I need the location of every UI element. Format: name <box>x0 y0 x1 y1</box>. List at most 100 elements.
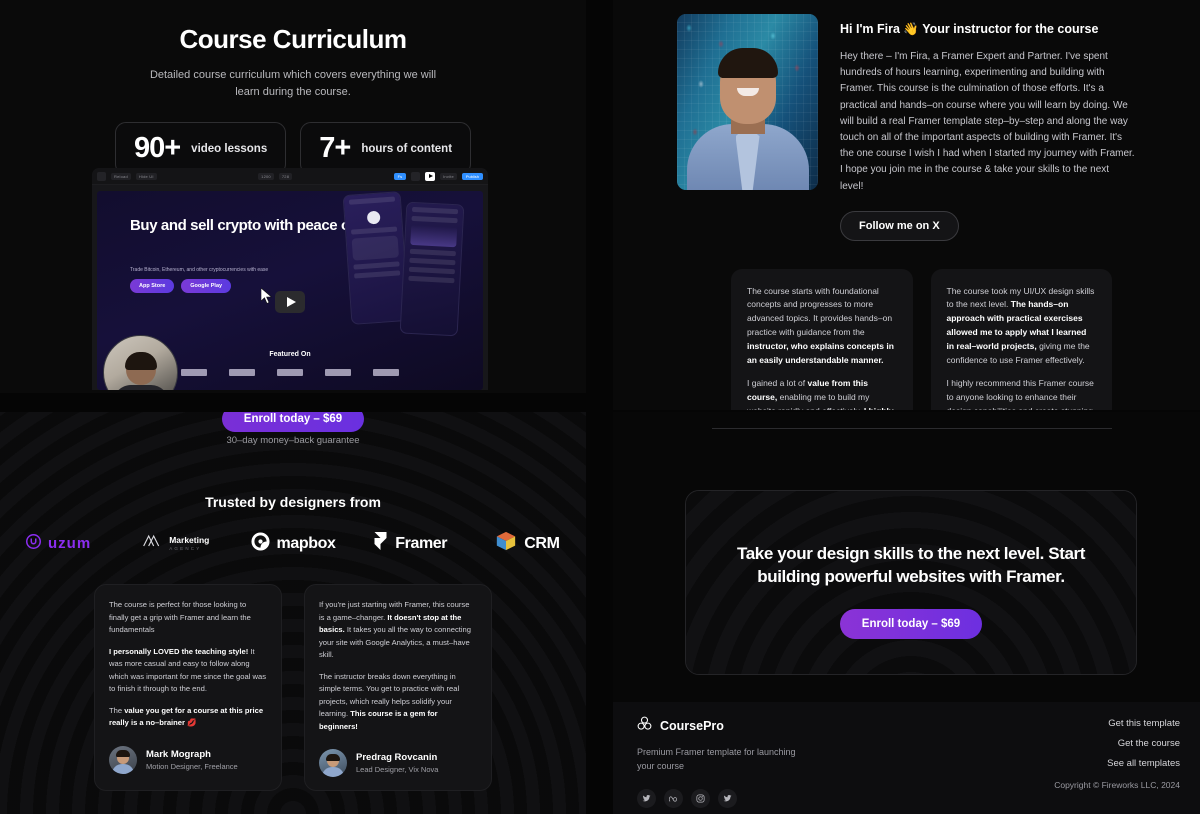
invite-button[interactable]: Invite <box>440 172 457 180</box>
instructor-row: Hi I'm Fira 👋 Your instructor for the co… <box>613 0 1200 241</box>
invite-label: Invite <box>443 173 454 179</box>
footer-nav-links: Get this template Get the course See all… <box>1107 718 1180 778</box>
framer-mark-icon <box>373 531 388 556</box>
testimonial-author: Mark Mograph Motion Designer, Freelance <box>109 745 267 774</box>
mapbox-mark-icon <box>251 531 270 556</box>
mock-store-buttons: App Store Google Play <box>130 279 232 293</box>
author-info: Mark Mograph Motion Designer, Freelance <box>146 749 238 771</box>
featured-logo <box>373 369 399 376</box>
testimonial-paragraph: The course is perfect for those looking … <box>109 600 251 635</box>
footer-tagline: Premium Framer template for launching yo… <box>637 747 796 771</box>
uzum-mark-icon <box>26 533 42 554</box>
video-play-button[interactable] <box>275 291 305 313</box>
testimonial-paragraph: The value you get for a course at this p… <box>109 705 267 730</box>
phone-row <box>353 261 400 270</box>
cube-label: CRM <box>524 534 560 552</box>
cta-heading: Take your design skills to the next leve… <box>737 544 1085 586</box>
marketing-mark-icon <box>142 534 162 553</box>
reload-button[interactable]: Reload <box>111 172 131 180</box>
phone-row <box>411 215 458 224</box>
price-chart <box>410 224 458 248</box>
phone-row <box>348 196 396 205</box>
testimonial-paragraph: I gained a lot of value from this course… <box>747 377 897 410</box>
follow-me-on-x-button[interactable]: Follow me on X <box>840 210 959 241</box>
logo-uzum: uzum <box>0 533 117 554</box>
testimonial-paragraph: If you're just starting with Framer, thi… <box>319 599 477 662</box>
divider-line <box>712 428 1112 429</box>
ethereum-coin-icon <box>366 210 381 225</box>
framer-canvas: Buy and sell crypto with peace of mind T… <box>92 185 488 390</box>
bottom-testimonial-cards: The course is perfect for those looking … <box>0 584 586 792</box>
enroll-today-button[interactable]: Enroll today – $69 <box>839 608 983 639</box>
featured-logo <box>229 369 255 376</box>
stat-label: hours of content <box>361 142 453 155</box>
testimonial-paragraph: I personally LOVED the teaching style! I… <box>109 646 267 696</box>
course-video-preview[interactable]: Reload Hide UI 1200 728 Fs Invite Publis… <box>92 168 488 390</box>
app-store-button[interactable]: App Store <box>130 279 175 293</box>
mapbox-label: mapbox <box>276 534 336 552</box>
twitter-icon[interactable] <box>718 789 737 808</box>
framer-editor-toolbar: Reload Hide UI 1200 728 Fs Invite Publis… <box>92 168 488 185</box>
meta-icon[interactable] <box>664 789 683 808</box>
publish-button[interactable]: Publish <box>461 172 483 180</box>
uzum-label: uzum <box>48 535 92 552</box>
enroll-cta-clipped: Enroll today – $69 <box>0 412 586 432</box>
footer-link-see-all-templates[interactable]: See all templates <box>1107 758 1180 769</box>
width-value: 1200 <box>261 173 271 179</box>
marketing-labels: Marketing AGENCY <box>169 536 209 551</box>
phone-card <box>351 235 400 261</box>
stat-label: video lessons <box>191 142 268 155</box>
height-input[interactable]: 728 <box>278 172 293 180</box>
preview-play-icon[interactable] <box>425 171 436 181</box>
testimonial-author: Predrag Rovcanin Lead Designer, Vix Nova <box>319 749 477 778</box>
page-title: Course Curriculum <box>179 24 408 54</box>
footer-link-get-the-course[interactable]: Get the course <box>1107 738 1180 749</box>
logo-marketing-agency: Marketing AGENCY <box>117 534 234 553</box>
avatar-hair <box>116 750 130 758</box>
instructor-bio: Hey there – I'm Fira, a Framer Expert an… <box>840 51 1135 192</box>
footer-social-links <box>637 789 1180 808</box>
hide-ui-button[interactable]: Hide UI <box>135 172 157 180</box>
height-value: 728 <box>281 173 290 179</box>
cube-mark-icon <box>495 530 517 557</box>
phone-row <box>350 226 398 235</box>
instagram-icon[interactable] <box>691 789 710 808</box>
testimonial-card-mark: The course is perfect for those looking … <box>94 584 282 792</box>
text-run: I gained a lot of <box>747 378 808 389</box>
text-run: The course starts with foundational conc… <box>747 285 893 337</box>
phone-mock-statistics <box>399 201 465 337</box>
logo-framer: Framer <box>352 531 469 556</box>
webcam-body <box>112 385 169 390</box>
page-canvas: Course Curriculum Detailed course curric… <box>0 0 1200 814</box>
marketing-label: Marketing <box>169 535 210 545</box>
logo-mapbox: mapbox <box>234 531 351 556</box>
instructor-title: Hi I'm Fira 👋 Your instructor for the co… <box>840 22 1099 36</box>
phone-row <box>408 266 456 275</box>
phone-row <box>408 275 455 284</box>
twitter-icon[interactable] <box>637 789 656 808</box>
footer-brand[interactable]: CoursePro <box>637 716 1180 736</box>
instructor-webcam-bubble <box>103 335 178 390</box>
curriculum-subtitle: Detailed course curriculum which covers … <box>149 69 437 98</box>
course-curriculum-section: Course Curriculum Detailed course curric… <box>0 0 586 393</box>
footer-link-get-this-template[interactable]: Get this template <box>1107 718 1180 729</box>
fps-badge[interactable]: Fs <box>393 172 407 180</box>
width-input[interactable]: 1200 <box>258 172 274 180</box>
avatar <box>109 745 137 774</box>
reload-label: Reload <box>114 173 128 179</box>
enroll-today-button[interactable]: Enroll today – $69 <box>221 412 365 432</box>
avatar-body <box>322 767 344 778</box>
featured-logo <box>325 369 351 376</box>
google-play-button[interactable]: Google Play <box>181 279 232 293</box>
settings-gear-icon[interactable] <box>411 171 421 181</box>
webcam-hair <box>124 352 157 371</box>
footer-inner: CoursePro Premium Framer template for la… <box>613 702 1200 814</box>
cta-card: Take your design skills to the next leve… <box>685 490 1137 675</box>
hide-ui-label: Hide UI <box>138 173 154 179</box>
instructor-section: Hi I'm Fira 👋 Your instructor for the co… <box>613 0 1200 410</box>
testimonial-card: The course starts with foundational conc… <box>731 268 913 410</box>
instructor-text-block: Hi I'm Fira 👋 Your instructor for the co… <box>840 14 1184 241</box>
phone-row <box>411 206 459 215</box>
footer-brand-name: CoursePro <box>660 719 724 733</box>
back-icon[interactable] <box>97 171 106 181</box>
